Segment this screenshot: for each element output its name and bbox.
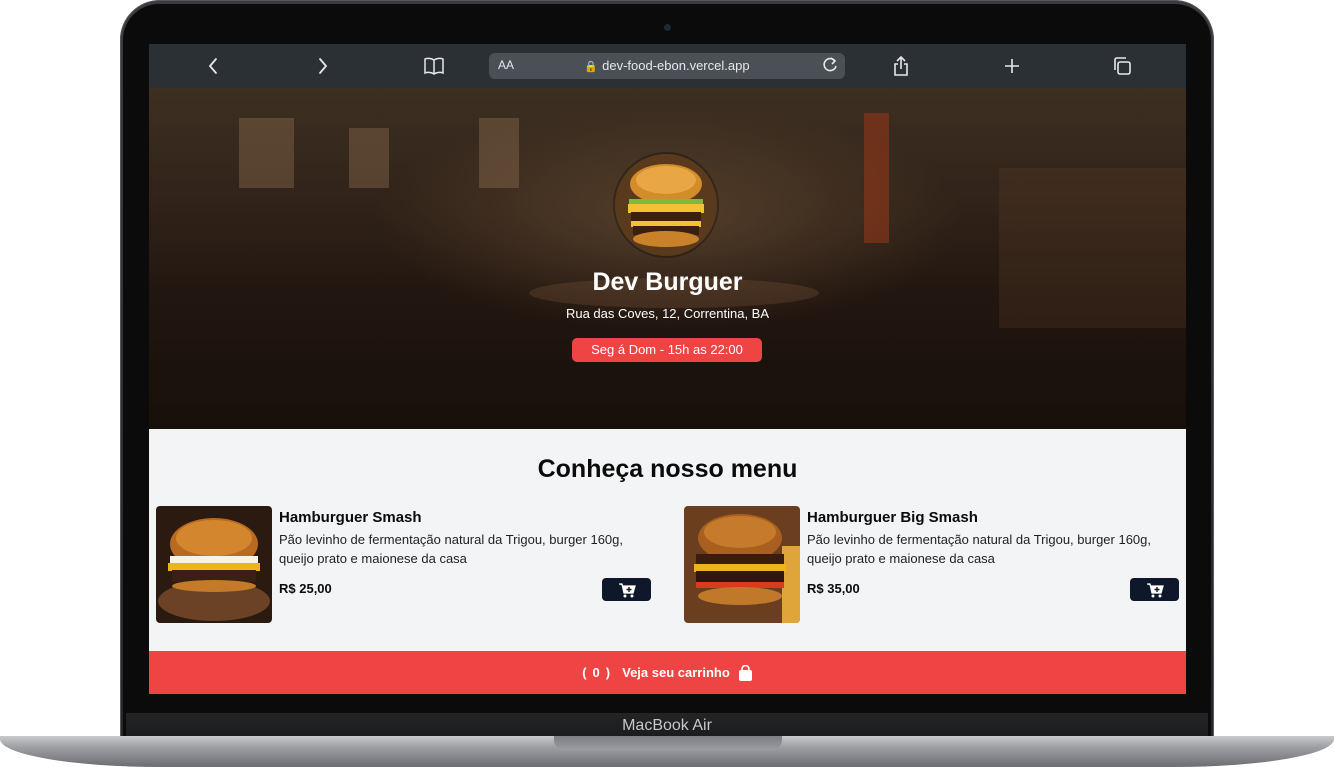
add-to-cart-button[interactable]: [602, 578, 651, 601]
menu-item-card: Hamburguer Smash Pão levinho de fermenta…: [156, 506, 656, 624]
hero-overlay: [149, 88, 1186, 429]
forward-button[interactable]: [309, 52, 337, 80]
cart-close-paren: ): [605, 665, 611, 680]
cart-plus-icon: [1146, 582, 1164, 597]
reload-button[interactable]: [821, 55, 839, 78]
menu-item-price: R$ 25,00: [279, 581, 332, 596]
lock-icon: 🔒: [584, 61, 599, 73]
share-icon: [894, 55, 908, 76]
cart-bar-button[interactable]: ( 0 ) Veja seu carrinho: [149, 651, 1186, 694]
restaurant-logo: [615, 154, 717, 256]
tabs-icon: [1114, 57, 1131, 75]
chevron-right-icon: [319, 58, 328, 74]
restaurant-address: Rua das Coves, 12, Correntina, BA: [565, 306, 770, 321]
menu-item-description: Pão levinho de fermentação natural da Tr…: [279, 532, 624, 566]
device-label: MacBook Air: [622, 717, 712, 734]
hero-banner: Dev Burguer Rua das Coves, 12, Correntin…: [149, 88, 1186, 429]
share-button[interactable]: [887, 52, 915, 80]
plus-icon: [1005, 59, 1019, 73]
burger-photo: [156, 506, 272, 623]
address-bar[interactable]: AA 🔒 dev-food-ebon.vercel.app: [489, 53, 845, 79]
chevron-left-icon: [208, 58, 217, 74]
screen: AA 🔒 dev-food-ebon.vercel.app Dev Burgue…: [149, 44, 1186, 694]
tabs-button[interactable]: [1108, 52, 1136, 80]
menu-item-image: [684, 506, 800, 623]
reload-icon: [823, 57, 837, 72]
cart-plus-icon: [618, 582, 636, 597]
bookmarks-button[interactable]: [420, 52, 448, 80]
shopping-bag-icon: [738, 664, 753, 681]
menu-item-description: Pão levinho de fermentação natural da Tr…: [807, 532, 1152, 566]
burger-photo: [684, 506, 800, 623]
cart-label: Veja seu carrinho: [622, 665, 730, 680]
menu-item-name: Hamburguer Big Smash: [807, 509, 978, 526]
laptop-notch: [554, 736, 782, 750]
cart-open-paren: (: [582, 665, 587, 680]
burger-logo-image: [615, 154, 717, 256]
cart-count: 0: [592, 665, 600, 680]
menu-item-card: Hamburguer Big Smash Pão levinho de ferm…: [684, 506, 1184, 624]
back-button[interactable]: [199, 52, 227, 80]
camera: [664, 24, 671, 31]
url-text: dev-food-ebon.vercel.app: [602, 58, 750, 73]
add-to-cart-button[interactable]: [1130, 578, 1179, 601]
browser-toolbar: AA 🔒 dev-food-ebon.vercel.app: [149, 44, 1186, 88]
menu-heading: Conheça nosso menu: [537, 455, 798, 483]
menu-item-name: Hamburguer Smash: [279, 509, 422, 526]
opening-hours-badge: Seg á Dom - 15h as 22:00: [572, 338, 762, 362]
new-tab-button[interactable]: [998, 52, 1026, 80]
menu-item-price: R$ 35,00: [807, 581, 860, 596]
menu-item-image: [156, 506, 272, 623]
restaurant-name: Dev Burguer: [592, 268, 743, 296]
book-icon: [424, 57, 444, 75]
